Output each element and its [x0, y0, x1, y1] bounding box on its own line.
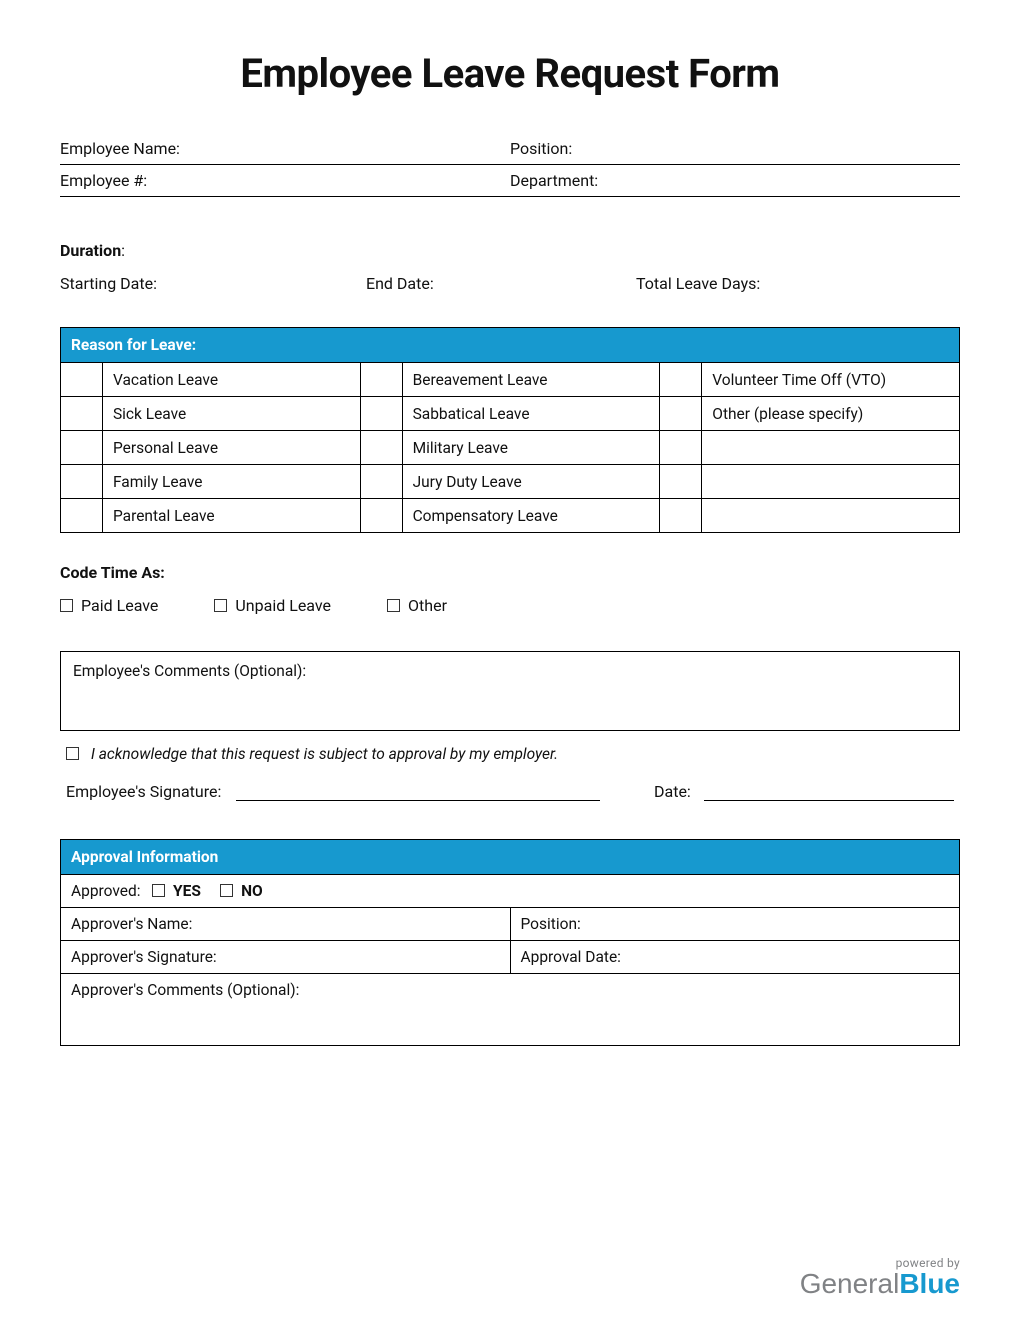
reason-label: Parental Leave — [102, 499, 360, 533]
reason-label: Family Leave — [102, 465, 360, 499]
sig-date-label: Date: — [654, 782, 704, 801]
approval-header: Approval Information — [61, 840, 960, 875]
reason-check[interactable] — [660, 397, 702, 431]
approver-comments-cell[interactable]: Approver's Comments (Optional): — [61, 974, 960, 1046]
checkbox-icon[interactable] — [387, 599, 400, 612]
reason-label — [702, 431, 960, 465]
employee-comments-label: Employee's Comments (Optional): — [73, 662, 306, 680]
checkbox-icon[interactable] — [66, 747, 79, 760]
brand-logo: GeneralBlue — [800, 1270, 960, 1298]
approval-table: Approval Information Approved: YES NO Ap… — [60, 839, 960, 1046]
start-date-label[interactable]: Starting Date: — [60, 274, 366, 293]
reason-header: Reason for Leave: — [61, 328, 960, 363]
employee-comments-box[interactable]: Employee's Comments (Optional): — [60, 651, 960, 731]
reason-label: Volunteer Time Off (VTO) — [702, 363, 960, 397]
code-heading: Code Time As: — [60, 563, 960, 582]
reason-label — [702, 465, 960, 499]
reason-label: Sabbatical Leave — [402, 397, 660, 431]
end-date-label[interactable]: End Date: — [366, 274, 636, 293]
code-unpaid-option[interactable]: Unpaid Leave — [214, 596, 331, 615]
reason-label: Vacation Leave — [102, 363, 360, 397]
info-row-1: Employee Name: Position: — [60, 133, 960, 165]
approved-row: Approved: YES NO — [61, 875, 960, 908]
ack-row[interactable]: I acknowledge that this request is subje… — [60, 731, 960, 773]
reason-check[interactable] — [360, 397, 402, 431]
reason-label: Jury Duty Leave — [402, 465, 660, 499]
reason-check[interactable] — [360, 363, 402, 397]
reason-check[interactable] — [61, 363, 103, 397]
reason-table: Reason for Leave: Vacation Leave Bereave… — [60, 327, 960, 533]
reason-check[interactable] — [61, 397, 103, 431]
checkbox-icon[interactable] — [214, 599, 227, 612]
approver-sig-cell[interactable]: Approver's Signature: — [61, 941, 511, 974]
reason-check[interactable] — [660, 363, 702, 397]
reason-label: Bereavement Leave — [402, 363, 660, 397]
checkbox-icon[interactable] — [220, 884, 233, 897]
reason-check[interactable] — [61, 465, 103, 499]
footer-brand: powered by GeneralBlue — [800, 1256, 960, 1298]
ack-text: I acknowledge that this request is subje… — [91, 745, 558, 763]
reason-label: Sick Leave — [102, 397, 360, 431]
info-row-2: Employee #: Department: — [60, 165, 960, 197]
reason-check[interactable] — [660, 499, 702, 533]
reason-label: Other (please specify) — [702, 397, 960, 431]
checkbox-icon[interactable] — [152, 884, 165, 897]
employee-sig-line[interactable] — [236, 779, 600, 801]
reason-check[interactable] — [360, 465, 402, 499]
department-label[interactable]: Department: — [510, 171, 960, 190]
reason-check[interactable] — [360, 431, 402, 465]
approver-name-cell[interactable]: Approver's Name: — [61, 908, 511, 941]
employee-num-label[interactable]: Employee #: — [60, 171, 510, 190]
employee-sig-label: Employee's Signature: — [66, 782, 236, 801]
code-other-option[interactable]: Other — [387, 596, 447, 615]
approval-date-cell[interactable]: Approval Date: — [510, 941, 960, 974]
duration-heading: Duration: — [60, 241, 960, 260]
reason-check[interactable] — [660, 431, 702, 465]
reason-label — [702, 499, 960, 533]
page-title: Employee Leave Request Form — [60, 50, 960, 97]
total-days-label[interactable]: Total Leave Days: — [636, 274, 960, 293]
reason-label: Military Leave — [402, 431, 660, 465]
sig-date-line[interactable] — [704, 779, 954, 801]
reason-label: Compensatory Leave — [402, 499, 660, 533]
reason-check[interactable] — [61, 431, 103, 465]
reason-check[interactable] — [360, 499, 402, 533]
reason-check[interactable] — [660, 465, 702, 499]
reason-label: Personal Leave — [102, 431, 360, 465]
approver-position-cell[interactable]: Position: — [510, 908, 960, 941]
reason-check[interactable] — [61, 499, 103, 533]
checkbox-icon[interactable] — [60, 599, 73, 612]
code-paid-option[interactable]: Paid Leave — [60, 596, 158, 615]
employee-name-label[interactable]: Employee Name: — [60, 139, 510, 158]
position-label[interactable]: Position: — [510, 139, 960, 158]
